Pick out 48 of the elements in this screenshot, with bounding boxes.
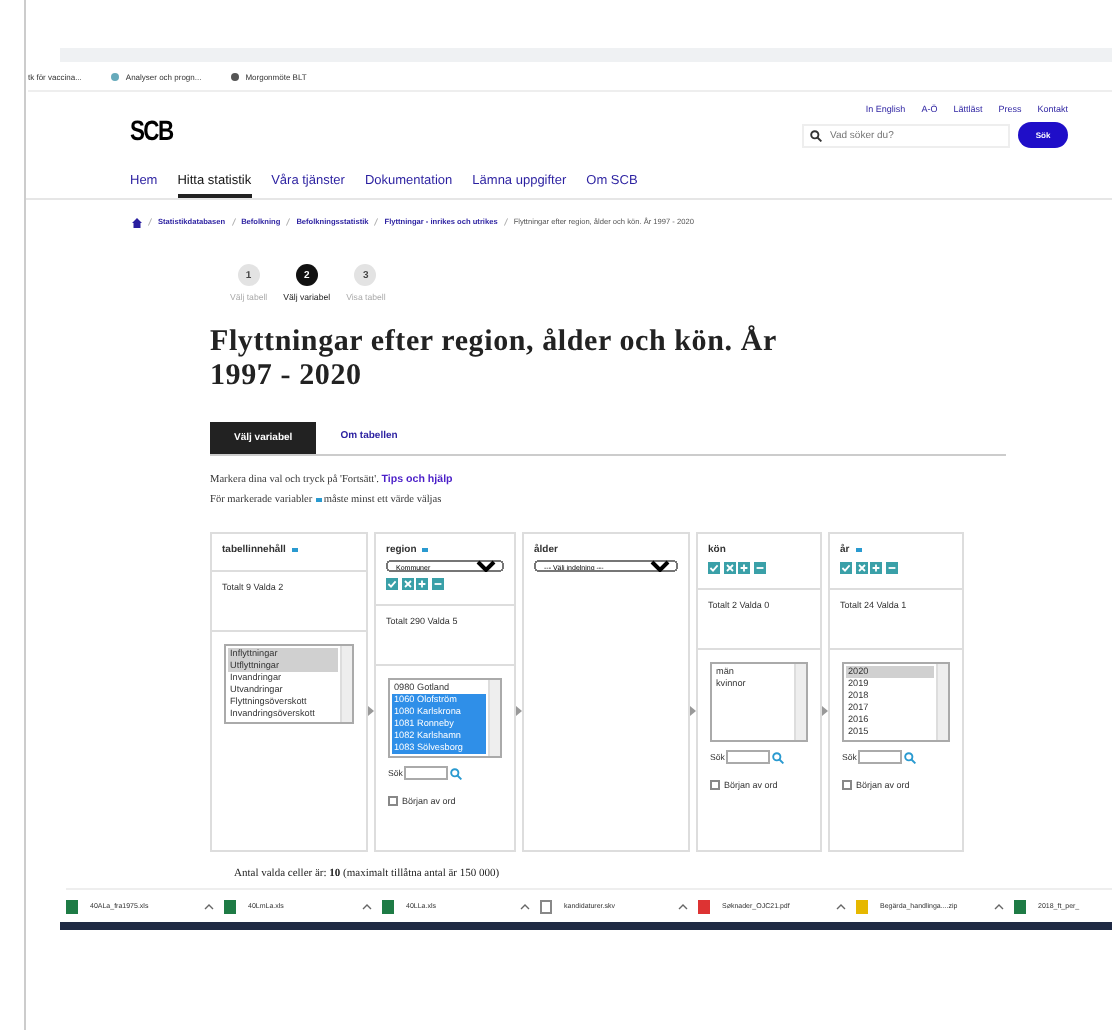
arrow-icon: [690, 705, 696, 715]
logo[interactable]: SCB: [130, 114, 173, 148]
spreadsheet-icon: [382, 899, 394, 913]
spreadsheet-icon: [1014, 899, 1026, 913]
search-field[interactable]: [404, 766, 449, 780]
chevron-icon[interactable]: [994, 903, 1004, 909]
spreadsheet-icon: [66, 899, 78, 913]
search-field[interactable]: [726, 750, 771, 764]
search-field[interactable]: [858, 750, 903, 764]
checkbox[interactable]: [388, 796, 398, 806]
chevron-icon[interactable]: [362, 903, 372, 909]
page-title: Flyttningar efter region, ålder och kön. År 1997 - 2020: [210, 326, 779, 394]
minus-icon[interactable]: [431, 578, 443, 590]
arrow-icon: [822, 705, 828, 715]
search-icon[interactable]: [450, 767, 463, 779]
file-icon: [540, 899, 552, 913]
chevron-icon[interactable]: [836, 903, 846, 909]
chevron-icon[interactable]: [520, 903, 530, 909]
spreadsheet-icon: [224, 899, 236, 913]
search-icon[interactable]: [904, 751, 917, 763]
arrow-icon: [516, 705, 522, 715]
checkbox[interactable]: [710, 780, 720, 790]
minus-icon[interactable]: [753, 562, 765, 574]
separator-icon: [286, 218, 291, 226]
separator-icon: [503, 218, 508, 226]
bookmark-icon: [109, 71, 120, 81]
zip-icon: [856, 899, 868, 913]
checkbox[interactable]: [842, 780, 852, 790]
arrow-icon: [368, 705, 374, 715]
minus-icon[interactable]: [885, 562, 897, 574]
search-icon[interactable]: [772, 751, 785, 763]
bookmark-icon: [229, 71, 240, 81]
separator-icon: [374, 218, 379, 226]
deselect-all-icon[interactable]: [401, 578, 413, 590]
plus-icon[interactable]: [870, 562, 882, 574]
home-icon[interactable]: [132, 217, 142, 227]
chevron-icon[interactable]: [678, 903, 688, 909]
pdf-icon: [698, 899, 710, 913]
select-all-icon[interactable]: [840, 562, 852, 574]
separator-icon: [148, 218, 152, 226]
select-all-icon[interactable]: [386, 578, 398, 590]
separator-icon: [231, 218, 236, 226]
select-all-icon[interactable]: [708, 562, 720, 574]
deselect-all-icon[interactable]: [723, 562, 735, 574]
plus-icon[interactable]: [738, 562, 750, 574]
plus-icon[interactable]: [416, 578, 428, 590]
deselect-all-icon[interactable]: [855, 562, 867, 574]
chevron-icon[interactable]: [204, 903, 214, 909]
